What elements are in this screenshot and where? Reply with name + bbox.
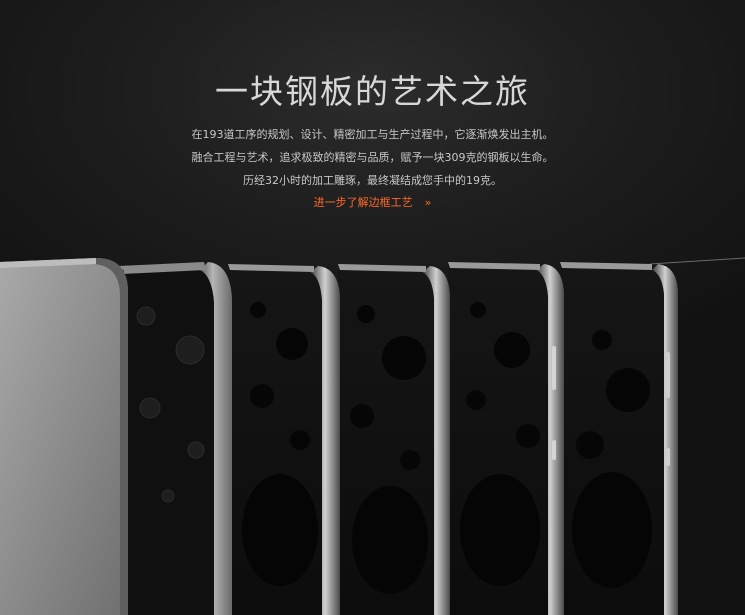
frame-stage-4 bbox=[338, 264, 450, 615]
frame-stage-3 bbox=[228, 264, 340, 615]
frame-stage-5 bbox=[448, 262, 564, 615]
frame-stage-2 bbox=[118, 262, 232, 615]
frame-edge-line bbox=[649, 257, 745, 265]
description-line-2: 融合工程与艺术，追求极致的精密与品质，赋予一块309克的钢板以生命。 bbox=[191, 151, 554, 164]
frame-stage-6 bbox=[560, 262, 678, 615]
learn-more-link[interactable]: 进一步了解边框工艺 » bbox=[0, 196, 745, 210]
description-line-1: 在193道工序的规划、设计、精密加工与生产过程中，它逐渐焕发出主机。 bbox=[191, 128, 554, 141]
frame-stages-image bbox=[0, 240, 745, 615]
learn-more-label: 进一步了解边框工艺 bbox=[313, 196, 413, 209]
hero-banner: 一块钢板的艺术之旅 在193道工序的规划、设计、精密加工与生产过程中，它逐渐焕发… bbox=[0, 0, 745, 615]
description-line-3: 历经32小时的加工雕琢，最终凝结成您手中的19克。 bbox=[243, 174, 502, 187]
double-chevron-right-icon: » bbox=[424, 196, 432, 209]
page-title: 一块钢板的艺术之旅 bbox=[215, 72, 530, 111]
frame-stages-illustration bbox=[0, 257, 745, 615]
frame-stage-1 bbox=[0, 258, 128, 615]
